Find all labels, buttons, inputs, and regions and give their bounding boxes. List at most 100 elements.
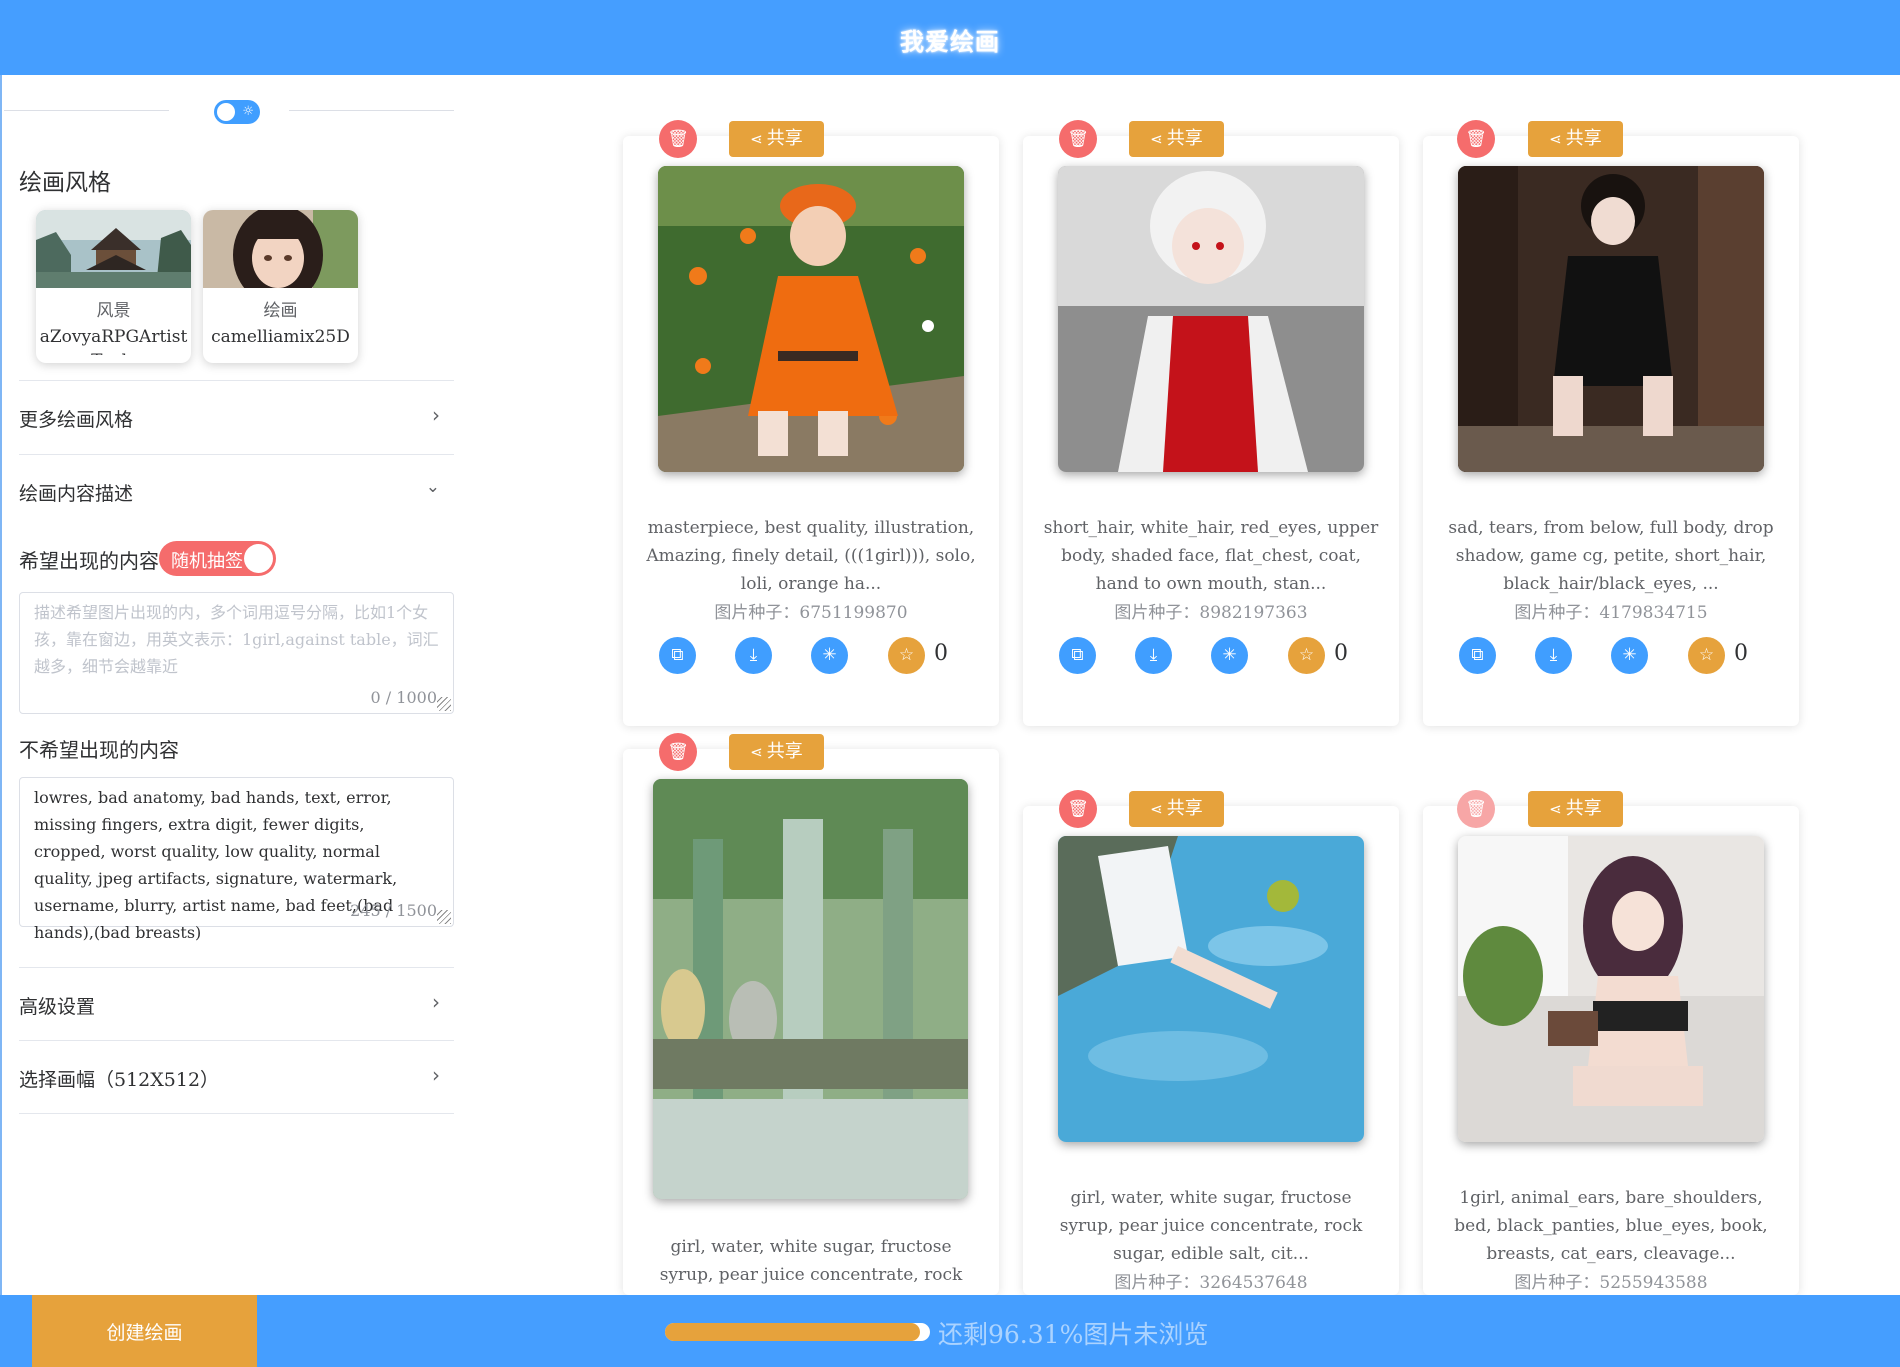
trash-icon[interactable]: 🗑 bbox=[1457, 120, 1495, 158]
card-seed: 图片种子：3264537648 bbox=[1114, 1273, 1308, 1293]
wanted-placeholder: 描述希望图片出现的内，多个词用逗号分隔，比如1个女孩，靠在窗边，用英文表示：1g… bbox=[34, 603, 439, 676]
generated-image[interactable] bbox=[658, 166, 964, 472]
card-actions: ⧉ ⤓ ✳ ☆ 0 bbox=[1459, 637, 1779, 675]
star-icon[interactable]: ☆ bbox=[1688, 637, 1725, 674]
trash-icon[interactable]: 🗑 bbox=[1059, 790, 1097, 828]
trash-icon[interactable]: 🗑 bbox=[659, 733, 697, 771]
like-count: 0 bbox=[1734, 641, 1748, 666]
style-card-painting[interactable]: 绘画 camelliamix25D bbox=[203, 210, 358, 363]
random-tag-switch[interactable]: 随机抽签 bbox=[159, 541, 276, 576]
sun-icon: ☼ bbox=[242, 104, 254, 119]
app-header: 我爱绘画 bbox=[0, 0, 1900, 75]
share-icon: ⋖ bbox=[1150, 800, 1163, 818]
style-category: 风景 bbox=[96, 301, 131, 321]
share-icon: ⋖ bbox=[1150, 130, 1163, 148]
chevron-right-icon: › bbox=[432, 1063, 440, 1087]
card-seed: 图片种子：6751199870 bbox=[714, 603, 908, 623]
progress-text: 还剩96.31%图片未浏览 bbox=[938, 1320, 1209, 1349]
wanted-content-input[interactable]: 描述希望图片出现的内，多个词用逗号分隔，比如1个女孩，靠在窗边，用英文表示：1g… bbox=[19, 592, 454, 714]
share-icon: ⋖ bbox=[1549, 130, 1562, 148]
like-count: 0 bbox=[1334, 641, 1348, 666]
download-icon[interactable]: ⤓ bbox=[1135, 637, 1172, 674]
share-button[interactable]: ⋖ 共享 bbox=[1528, 121, 1623, 157]
download-icon[interactable]: ⤓ bbox=[735, 637, 772, 674]
download-icon[interactable]: ⤓ bbox=[1535, 637, 1572, 674]
share-label: 共享 bbox=[766, 741, 803, 762]
style-thumbnail bbox=[36, 210, 191, 288]
copy-icon[interactable]: ⧉ bbox=[1059, 637, 1096, 674]
card-seed: 图片种子：5255943588 bbox=[1514, 1273, 1708, 1293]
card-description: masterpiece, best quality, illustration,… bbox=[646, 518, 976, 594]
resize-handle[interactable] bbox=[437, 910, 451, 924]
sparkle-icon[interactable]: ✳ bbox=[1611, 637, 1648, 674]
wanted-label: 希望出现的内容 bbox=[19, 549, 159, 573]
share-label: 共享 bbox=[1166, 128, 1203, 149]
share-icon: ⋖ bbox=[1549, 800, 1562, 818]
generated-image[interactable] bbox=[1058, 836, 1364, 1142]
image-card: girl, water, white sugar, fructose syrup… bbox=[623, 749, 999, 1295]
share-label: 共享 bbox=[1565, 798, 1602, 819]
image-card: girl, water, white sugar, fructose syrup… bbox=[1023, 806, 1399, 1295]
more-styles-row[interactable]: 更多绘画风格 › bbox=[19, 380, 454, 454]
generated-image[interactable] bbox=[1058, 166, 1364, 472]
create-painting-button[interactable]: 创建绘画 bbox=[32, 1295, 257, 1367]
star-icon[interactable]: ☆ bbox=[1288, 637, 1325, 674]
image-card: 1girl, animal_ears, bare_shoulders, bed,… bbox=[1423, 806, 1799, 1295]
trash-icon[interactable]: 🗑 bbox=[1059, 120, 1097, 158]
divider bbox=[289, 110, 454, 111]
copy-icon[interactable]: ⧉ bbox=[659, 637, 696, 674]
app-title: 我爱绘画 bbox=[900, 27, 1000, 56]
card-actions: ⧉ ⤓ ✳ ☆ 0 bbox=[659, 637, 979, 675]
sparkle-icon[interactable]: ✳ bbox=[1211, 637, 1248, 674]
style-thumbnail bbox=[203, 210, 358, 305]
generated-image[interactable] bbox=[1458, 166, 1764, 472]
card-description: sad, tears, from below, full body, drop … bbox=[1448, 518, 1774, 594]
progress-fill bbox=[665, 1323, 921, 1341]
switch-knob bbox=[244, 544, 273, 573]
trash-icon[interactable]: 🗑 bbox=[659, 120, 697, 158]
chevron-down-icon: ⌄ bbox=[425, 477, 440, 497]
wanted-char-count: 0 / 1000 bbox=[370, 688, 437, 707]
share-icon: ⋖ bbox=[750, 130, 763, 148]
canvas-size-row[interactable]: 选择画幅（512X512） › bbox=[19, 1040, 454, 1114]
content-desc-row[interactable]: 绘画内容描述 ⌄ bbox=[19, 454, 454, 528]
resize-handle[interactable] bbox=[437, 697, 451, 711]
more-styles-label: 更多绘画风格 bbox=[19, 409, 134, 431]
copy-icon[interactable]: ⧉ bbox=[1459, 637, 1496, 674]
settings-panel: ☼ 绘画风格 风景 aZovyaRPGArtistTools 绘画 camell bbox=[0, 75, 455, 1295]
chevron-right-icon: › bbox=[432, 403, 440, 427]
advanced-settings-label: 高级设置 bbox=[19, 996, 96, 1018]
share-button[interactable]: ⋖ 共享 bbox=[1129, 791, 1224, 827]
share-button[interactable]: ⋖ 共享 bbox=[1129, 121, 1224, 157]
share-label: 共享 bbox=[1565, 128, 1602, 149]
image-card: masterpiece, best quality, illustration,… bbox=[623, 136, 999, 726]
image-card: short_hair, white_hair, red_eyes, upper … bbox=[1023, 136, 1399, 726]
random-tag-label: 随机抽签 bbox=[171, 551, 243, 572]
canvas-size-label: 选择画幅（512X512） bbox=[19, 1069, 220, 1091]
generated-image[interactable] bbox=[1458, 836, 1764, 1142]
sparkle-icon[interactable]: ✳ bbox=[811, 637, 848, 674]
image-card: sad, tears, from below, full body, drop … bbox=[1423, 136, 1799, 726]
unwanted-content-input[interactable]: lowres, bad anatomy, bad hands, text, er… bbox=[19, 777, 454, 942]
share-button[interactable]: ⋖ 共享 bbox=[729, 121, 824, 157]
star-icon[interactable]: ☆ bbox=[888, 637, 925, 674]
card-description: girl, water, white sugar, fructose syrup… bbox=[659, 1237, 963, 1285]
style-category: 绘画 bbox=[263, 301, 298, 321]
unwanted-label: 不希望出现的内容 bbox=[19, 738, 179, 762]
card-seed: 图片种子：4179834715 bbox=[1514, 603, 1708, 623]
style-card-landscape[interactable]: 风景 aZovyaRPGArtistTools bbox=[36, 210, 191, 363]
card-seed: 图片种子：8982197363 bbox=[1114, 603, 1308, 623]
generated-image[interactable] bbox=[653, 779, 968, 1199]
bottom-bar: 创建绘画 还剩96.31%图片未浏览 bbox=[0, 1295, 1900, 1367]
share-button[interactable]: ⋖ 共享 bbox=[1528, 791, 1623, 827]
toggle-knob bbox=[217, 103, 235, 121]
theme-toggle[interactable]: ☼ bbox=[214, 100, 260, 124]
card-description: girl, water, white sugar, fructose syrup… bbox=[1059, 1188, 1363, 1264]
share-button[interactable]: ⋖ 共享 bbox=[729, 734, 824, 770]
advanced-settings-row[interactable]: 高级设置 › bbox=[19, 967, 454, 1041]
card-actions: ⧉ ⤓ ✳ ☆ 0 bbox=[1059, 637, 1379, 675]
share-label: 共享 bbox=[1166, 798, 1203, 819]
trash-icon[interactable]: 🗑 bbox=[1457, 790, 1495, 828]
style-model-name: aZovyaRPGArtistTools bbox=[39, 327, 188, 355]
divider bbox=[4, 110, 169, 111]
